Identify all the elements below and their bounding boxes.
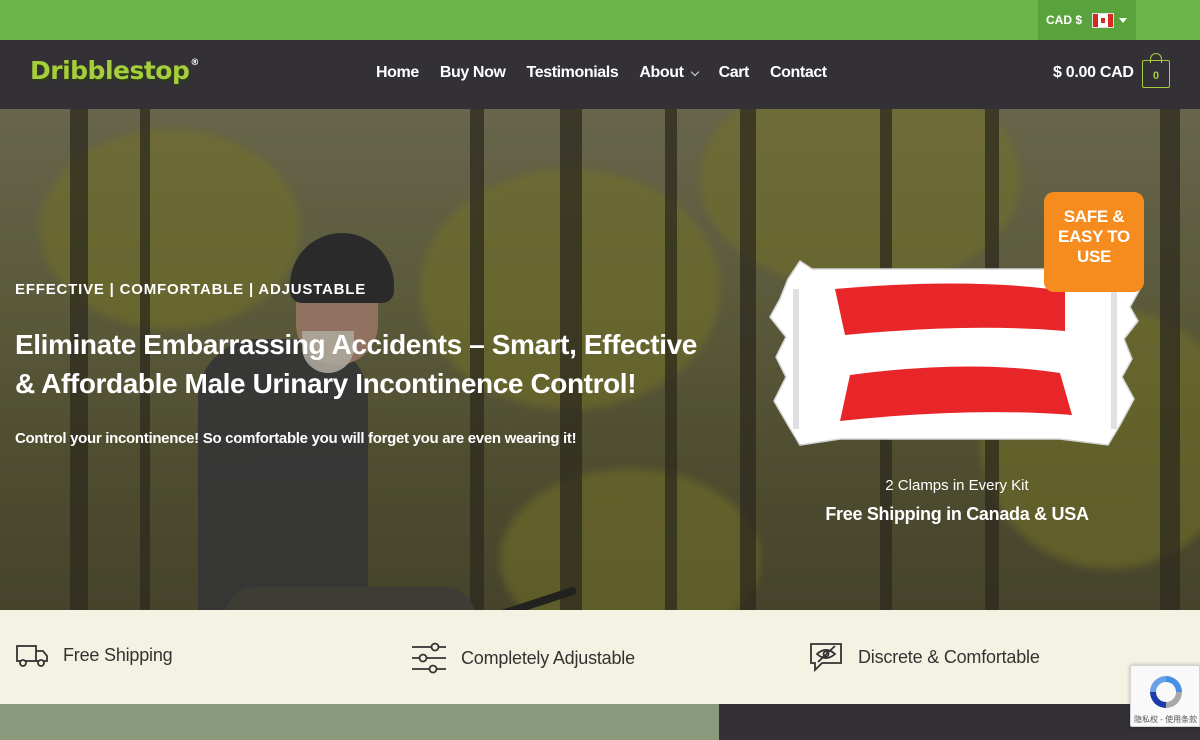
recaptcha-links[interactable]: 隐私权 - 使用条款 — [1134, 714, 1197, 725]
nav-home[interactable]: Home — [376, 64, 419, 82]
feature-discrete: Discrete & Comfortable — [808, 641, 1040, 673]
feature-label: Completely Adjustable — [461, 647, 635, 668]
badge-line-3: USE — [1076, 247, 1112, 266]
shopping-bag-icon[interactable]: 0 — [1142, 53, 1170, 88]
site-header: Dribblestop® Home Buy Now Testimonials A… — [0, 40, 1200, 109]
truck-icon — [16, 645, 48, 667]
site-logo[interactable]: Dribblestop® — [30, 56, 199, 85]
hero-title: Eliminate Embarrassing Accidents – Smart… — [15, 329, 697, 399]
next-section-right — [719, 704, 1200, 740]
logo-text: Dribblestop — [30, 56, 190, 85]
hero-tagline: EFFECTIVE | COMFORTABLE | ADJUSTABLE — [15, 281, 367, 298]
nav-buy-now[interactable]: Buy Now — [440, 64, 506, 82]
kit-info: 2 Clamps in Every Kit — [885, 477, 1029, 494]
cart-count: 0 — [1152, 69, 1160, 82]
shipping-info: Free Shipping in Canada & USA — [825, 504, 1089, 524]
features-strip: Free Shipping Completely Adjustable Disc… — [0, 610, 1200, 704]
badge-line-2: EASY TO — [1058, 227, 1130, 246]
nav-about[interactable]: About — [639, 64, 699, 82]
eye-off-icon — [810, 643, 842, 673]
hero-subtitle: Control your incontinence! So comfortabl… — [15, 430, 577, 447]
nav-cart[interactable]: Cart — [719, 64, 750, 82]
next-section-left — [0, 704, 719, 740]
top-bar: CAD $ — [0, 0, 1200, 40]
hero-banner: EFFECTIVE | COMFORTABLE | ADJUSTABLE Eli… — [0, 109, 1200, 610]
registered-mark: ® — [190, 58, 199, 68]
nav-contact[interactable]: Contact — [770, 64, 827, 82]
currency-switcher[interactable]: CAD $ — [1038, 0, 1136, 40]
nav-testimonials[interactable]: Testimonials — [527, 64, 619, 82]
main-nav: Home Buy Now Testimonials About Cart Con… — [376, 64, 848, 82]
recaptcha-icon — [1150, 676, 1182, 708]
feature-free-shipping: Free Shipping — [15, 641, 173, 669]
chevron-down-icon — [690, 67, 699, 76]
badge-line-1: SAFE & — [1063, 207, 1125, 226]
safe-easy-badge: SAFE & EASY TO USE — [1044, 192, 1144, 292]
feature-label: Discrete & Comfortable — [858, 646, 1040, 667]
caret-down-icon — [1119, 17, 1128, 23]
feature-label: Free Shipping — [63, 644, 173, 665]
feature-adjustable: Completely Adjustable — [411, 641, 635, 675]
recaptcha-badge[interactable]: 隐私权 - 使用条款 — [1130, 665, 1200, 727]
canada-flag-icon — [1092, 12, 1115, 28]
nav-about-label: About — [639, 64, 684, 81]
cart-total[interactable]: $ 0.00 CAD — [1053, 64, 1134, 82]
currency-label: CAD $ — [1046, 13, 1083, 27]
sliders-icon — [412, 642, 446, 674]
